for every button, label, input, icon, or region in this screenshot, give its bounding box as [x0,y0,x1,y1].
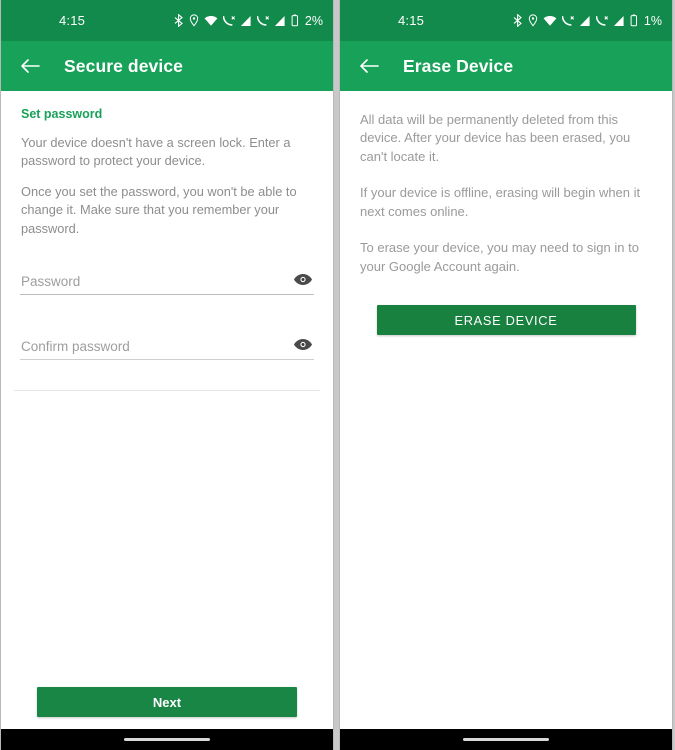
status-bar: 4:15 [1,0,333,41]
cellular-call-icon [595,15,608,27]
app-bar: Erase Device [340,41,672,91]
screen-content: All data will be permanently deleted fro… [340,91,672,729]
app-bar: Secure device [1,41,333,91]
dual-screenshot-container: 4:15 2% Secure device Set password Your … [0,0,675,750]
location-icon [189,14,199,27]
gesture-pill[interactable] [124,738,210,741]
section-divider [14,389,320,391]
section-heading: Set password [21,107,103,121]
next-button-container: Next [1,687,333,717]
signal-bars-icon [613,15,625,27]
phone-screen-erase-device: 4:15 1% Erase Device All data will be pe… [339,0,673,750]
description-paragraph-2: If your device is offline, erasing will … [360,185,641,219]
status-clock: 4:15 [398,13,425,28]
signal-bars-icon [579,15,591,27]
page-title: Erase Device [403,55,514,76]
eye-icon[interactable] [292,269,314,291]
password-input[interactable] [20,273,314,294]
status-bar: 4:15 [340,0,672,41]
page-title: Secure device [64,55,184,76]
back-arrow-icon[interactable] [356,53,382,79]
battery-percent-label: 1% [643,13,662,28]
phone-screen-secure-device: 4:15 2% Secure device Set password Your … [0,0,334,750]
battery-icon [291,14,299,27]
gesture-pill[interactable] [463,738,549,741]
system-nav-bar [1,729,333,750]
password-fields [1,262,333,360]
erase-device-button[interactable]: ERASE DEVICE [376,305,636,336]
bluetooth-icon [174,14,184,27]
next-button[interactable]: Next [37,687,297,717]
status-icon-group: 1% [513,14,662,28]
confirm-password-input[interactable] [20,338,314,359]
status-clock: 4:15 [59,13,86,28]
password-field[interactable] [20,262,314,295]
eye-icon[interactable] [292,334,314,356]
status-icon-group: 2% [174,14,323,28]
bluetooth-icon [513,14,523,27]
battery-percent-label: 2% [304,13,323,28]
wifi-icon [204,15,218,27]
description-paragraph-1: Your device doesn't have a screen lock. … [21,135,291,169]
location-icon [528,14,538,27]
system-nav-bar [340,729,672,750]
signal-bars-icon [274,15,286,27]
confirm-password-field[interactable] [20,327,314,360]
screen-content: Set password Your device doesn't have a … [1,91,333,729]
description-paragraph-3: To erase your device, you may need to si… [360,240,639,274]
wifi-icon [543,15,557,27]
description-paragraph-1: All data will be permanently deleted fro… [360,112,631,164]
cellular-call-icon [256,15,269,27]
signal-bars-icon [240,15,252,27]
cellular-call-icon [222,15,235,27]
description-paragraph-2: Once you set the password, you won't be … [21,184,297,236]
cellular-call-icon [561,15,574,27]
battery-icon [630,14,638,27]
back-arrow-icon[interactable] [17,53,43,79]
